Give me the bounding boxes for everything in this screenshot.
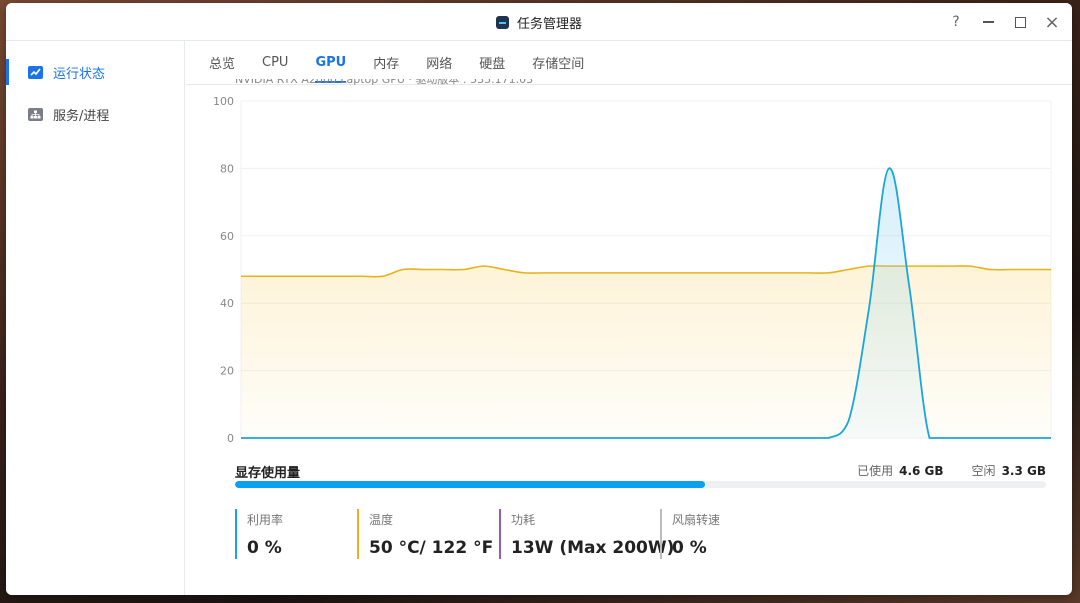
stat-value: 0 % xyxy=(247,538,282,558)
tab-gpu[interactable]: GPU xyxy=(315,41,346,85)
sidebar: 运行状态 服务/进程 xyxy=(6,41,185,595)
sidebar-item-label: 服务/进程 xyxy=(53,108,110,124)
maximize-icon xyxy=(1014,16,1026,28)
stat-label: 功耗 xyxy=(511,513,536,527)
gpu-usage-chart: 0 20 40 60 80 100 xyxy=(213,95,1052,445)
vram-progress-fill xyxy=(235,481,706,488)
vram-progress-bar xyxy=(235,481,1046,488)
y-tick-label: 0 xyxy=(227,432,234,445)
stat-power: 功耗 13W (Max 200W) xyxy=(499,509,675,559)
network-tree-icon xyxy=(28,107,43,121)
tab-network[interactable]: 网络 xyxy=(426,41,452,85)
stat-label: 温度 xyxy=(369,513,394,527)
stat-label: 利用率 xyxy=(247,513,284,527)
vram-free-value: 3.3 GB xyxy=(1001,464,1046,478)
stat-fan-speed: 风扇转速 0 % xyxy=(660,509,800,559)
task-manager-window: 任务管理器 ? × 运行状态 服务/进程 总览 CPU GPU 内存 网络 硬盘… xyxy=(6,3,1072,595)
y-tick-label: 60 xyxy=(220,230,234,243)
tab-disk[interactable]: 硬盘 xyxy=(479,41,505,85)
y-tick-label: 80 xyxy=(220,162,234,175)
stat-utilization: 利用率 0 % xyxy=(235,509,357,559)
vram-used-value: 4.6 GB xyxy=(899,464,944,478)
stat-temperature: 温度 50 °C/ 122 °F xyxy=(357,509,499,559)
sidebar-item-services[interactable]: 服务/进程 xyxy=(6,93,184,135)
vram-stats: 已使用 4.6 GB 空闲 3.3 GB xyxy=(857,462,1046,479)
gpu-stats-row: 利用率 0 % 温度 50 °C/ 122 °F 功耗 13W (Max 200… xyxy=(235,509,800,559)
tab-overview[interactable]: 总览 xyxy=(209,41,235,85)
vram-usage-title: 显存使用量 xyxy=(235,466,301,481)
title-bar: 任务管理器 ? × xyxy=(6,3,1072,41)
tab-cpu[interactable]: CPU xyxy=(262,41,288,85)
y-tick-label: 40 xyxy=(220,297,234,310)
activity-chart-icon xyxy=(28,65,43,79)
task-manager-app-icon xyxy=(495,15,509,29)
vram-used: 已使用 4.6 GB xyxy=(857,462,943,479)
tab-memory[interactable]: 内存 xyxy=(373,41,399,85)
temperature-area xyxy=(241,265,1051,438)
vram-free: 空闲 3.3 GB xyxy=(972,462,1046,479)
minimize-button[interactable] xyxy=(980,14,996,30)
y-tick-label: 100 xyxy=(213,95,234,108)
minimize-icon xyxy=(982,21,994,23)
maximize-button[interactable] xyxy=(1012,14,1028,30)
vram-free-label: 空闲 xyxy=(971,464,996,478)
sidebar-item-label: 运行状态 xyxy=(53,66,106,82)
stat-label: 风扇转速 xyxy=(672,513,721,527)
stat-value: 13W (Max 200W) xyxy=(511,538,675,558)
help-button[interactable]: ? xyxy=(948,14,964,30)
tab-storage[interactable]: 存储空间 xyxy=(532,41,584,85)
stat-value: 0 % xyxy=(672,538,707,558)
y-tick-label: 20 xyxy=(220,365,234,378)
window-title: 任务管理器 xyxy=(6,3,1072,41)
window-controls: ? × xyxy=(948,3,1060,41)
close-button[interactable]: × xyxy=(1044,12,1060,33)
sidebar-item-status[interactable]: 运行状态 xyxy=(6,51,184,93)
tab-bar: 总览 CPU GPU 内存 网络 硬盘 存储空间 xyxy=(186,41,1072,85)
window-title-text: 任务管理器 xyxy=(516,16,582,32)
stat-value: 50 °C/ 122 °F xyxy=(369,538,494,558)
vram-used-label: 已使用 xyxy=(857,464,894,478)
